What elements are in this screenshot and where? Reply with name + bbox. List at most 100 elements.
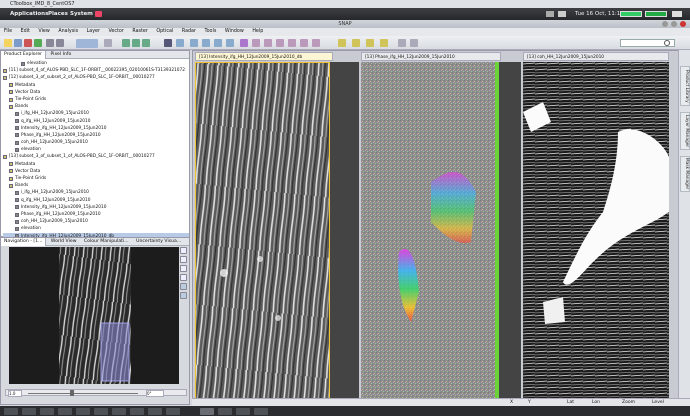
time-series-icon[interactable] <box>264 39 272 47</box>
tab-pixel-info[interactable]: Pixel Info <box>48 51 75 59</box>
volume-icon[interactable] <box>558 11 566 17</box>
network-icon[interactable] <box>546 11 554 17</box>
zoom-pixel-icon[interactable] <box>180 265 187 272</box>
taskbar-item[interactable] <box>218 407 232 415</box>
tree-node[interactable]: Vector Data <box>3 89 189 96</box>
taskbar-item[interactable] <box>4 407 18 415</box>
tree-node[interactable]: elevation <box>3 60 189 67</box>
tile-evenly-icon[interactable] <box>338 39 346 47</box>
pointer-icon[interactable] <box>164 39 172 47</box>
menu-view[interactable]: View <box>38 29 49 34</box>
taskbar-item[interactable] <box>148 407 162 415</box>
draw-ellipse-icon[interactable] <box>226 39 234 47</box>
intensity-image-view[interactable] <box>195 62 330 403</box>
tree-node[interactable]: [13] subset_3_of_subset_1_of_ALOS-PBD_SL… <box>3 153 189 160</box>
menu-edit[interactable]: Edit <box>21 29 30 34</box>
draw-line-icon[interactable] <box>190 39 198 47</box>
sync-cursor-icon[interactable] <box>410 39 418 47</box>
maximize-icon[interactable] <box>671 21 677 27</box>
navigation-overview-image[interactable] <box>9 247 179 384</box>
menu-file[interactable]: File <box>4 29 12 34</box>
tree-node[interactable]: i_ifg_HH_12Jun2009_15Jun2010 <box>3 189 189 196</box>
tree-node[interactable]: q_ifg_HH_12Jun2009_15Jun2010 <box>3 118 189 125</box>
menu-layer[interactable]: Layer <box>87 29 100 34</box>
phase-image-view[interactable] <box>361 62 495 403</box>
taskbar-item[interactable] <box>254 407 268 415</box>
zoom-factor-field[interactable]: 1.0 <box>8 390 22 397</box>
tab-navigation[interactable]: Navigation - [1... <box>1 238 47 246</box>
menu-help[interactable]: Help <box>252 29 263 34</box>
taskbar-item[interactable] <box>22 407 36 415</box>
zoom-slider-handle[interactable] <box>70 390 74 396</box>
taskbar-item[interactable] <box>236 407 250 415</box>
search-icon[interactable] <box>664 40 670 46</box>
tree-node[interactable]: i_ifg_HH_12Jun2009_15Jun2010 <box>3 110 189 117</box>
applications-menu[interactable]: Applications <box>10 11 48 17</box>
user-icon[interactable] <box>672 11 682 17</box>
menu-vector[interactable]: Vector <box>109 29 124 34</box>
tree-node[interactable]: Phase_ifg_HH_12Jun2009_15Jun2010 <box>3 132 189 139</box>
taskbar-item-active[interactable] <box>200 407 214 415</box>
tree-node[interactable]: Vector Data <box>3 168 189 175</box>
tab-mask-manager[interactable]: Mask Manager <box>680 156 690 192</box>
histogram-icon[interactable] <box>288 39 296 47</box>
graph-builder-icon[interactable] <box>46 39 54 47</box>
taskbar-item[interactable] <box>166 407 180 415</box>
places-menu[interactable]: Places <box>48 11 68 17</box>
menu-tools[interactable]: Tools <box>205 29 217 34</box>
menu-radar[interactable]: Radar <box>182 29 196 34</box>
draw-polygon-icon[interactable] <box>214 39 222 47</box>
tile-horizontally-icon[interactable] <box>352 39 360 47</box>
zoom-all-icon[interactable] <box>180 274 187 281</box>
tab-phase-view[interactable]: [13] Phase_ifg_HH_12Jun2009_15Jun2010 <box>361 52 501 61</box>
scatter-plot-icon[interactable] <box>300 39 308 47</box>
menu-window[interactable]: Window <box>225 29 244 34</box>
visible-area-rectangle[interactable] <box>100 322 130 382</box>
system-menu[interactable]: System <box>70 11 93 17</box>
spectrum-icon[interactable] <box>252 39 260 47</box>
tab-layer-manager[interactable]: Layer Manager <box>680 112 690 150</box>
coherence-image-view[interactable] <box>523 62 669 403</box>
menu-analysis[interactable]: Analysis <box>58 29 78 34</box>
tree-node[interactable]: coh_HH_12Jun2009_15Jun2010 <box>3 139 189 146</box>
tree-node[interactable]: Bands <box>3 103 189 110</box>
zoom-out-icon[interactable] <box>180 256 187 263</box>
tree-node[interactable]: Phase_ifg_HH_12Jun2009_15Jun2010 <box>3 211 189 218</box>
launcher-icon[interactable] <box>95 11 102 17</box>
tree-node[interactable]: Intensity_ifg_HH_12Jun2009_15Jun2010 <box>3 204 189 211</box>
tab-coherence-view[interactable]: [13] coh_HH_12Jun2009_15Jun2010 <box>523 52 669 61</box>
taskbar-item[interactable] <box>58 407 72 415</box>
statistics-icon[interactable] <box>276 39 284 47</box>
sync-cursor-nav-icon[interactable] <box>180 292 187 299</box>
tree-node[interactable]: [11] subset_4_of_ALOS-PBD_SLC_1F-ORBIT__… <box>3 67 189 74</box>
tab-product-library[interactable]: Product Library <box>680 66 690 106</box>
tree-node[interactable]: q_ifg_HH_12Jun2009_15Jun2010 <box>3 197 189 204</box>
close-icon[interactable] <box>680 21 686 27</box>
redo-icon[interactable] <box>34 39 42 47</box>
gcp-tool-icon[interactable] <box>176 39 184 47</box>
zoom-slider-track[interactable] <box>28 393 138 394</box>
save-icon[interactable] <box>14 39 22 47</box>
batch-processing-icon[interactable] <box>56 39 64 47</box>
tab-world-view[interactable]: World View <box>48 238 80 246</box>
tree-node[interactable]: Intensity_ifg_HH_12Jun2009_15Jun2010 <box>3 125 189 132</box>
tree-node[interactable]: elevation <box>3 146 189 153</box>
profile-plot-icon[interactable] <box>312 39 320 47</box>
taskbar-item[interactable] <box>112 407 126 415</box>
undo-icon[interactable] <box>24 39 32 47</box>
zoom-in-icon[interactable] <box>180 247 187 254</box>
tree-node[interactable]: Metadata <box>3 82 189 89</box>
tree-node[interactable]: elevation <box>3 225 189 232</box>
tree-node[interactable]: Tie-Point Grids <box>3 175 189 182</box>
magic-wand-icon[interactable] <box>240 39 248 47</box>
taskbar-item[interactable] <box>94 407 108 415</box>
tab-product-explorer[interactable]: Product Explorer <box>1 51 47 59</box>
zoom-tool-icon[interactable] <box>132 39 140 47</box>
taskbar-item[interactable] <box>40 407 54 415</box>
menu-optical[interactable]: Optical <box>156 29 173 34</box>
minimize-icon[interactable] <box>662 21 668 27</box>
tile-vertically-icon[interactable] <box>366 39 374 47</box>
sync-views-nav-icon[interactable] <box>180 283 187 290</box>
tree-node[interactable]: Metadata <box>3 161 189 168</box>
taskbar-item[interactable] <box>76 407 90 415</box>
